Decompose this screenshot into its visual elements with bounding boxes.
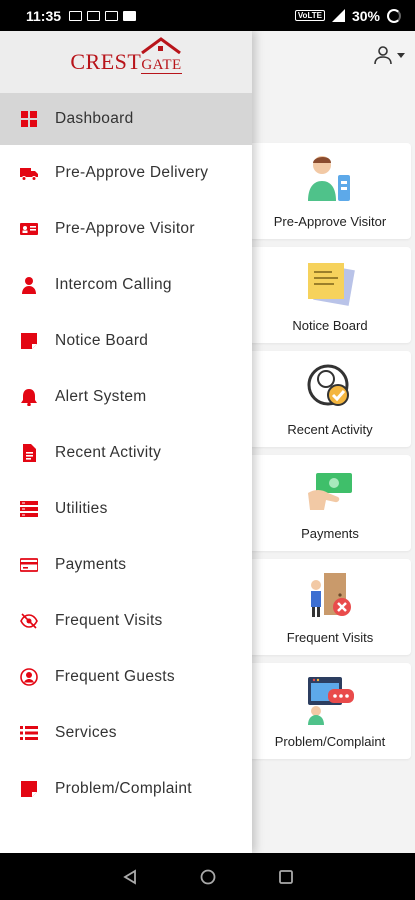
note-icon	[20, 780, 38, 798]
menu-item-label: Intercom Calling	[55, 276, 172, 293]
person-icon	[20, 276, 38, 294]
menu-item-pre-approve-visitor[interactable]: Pre-Approve Visitor	[0, 201, 252, 257]
menu-item-label: Payments	[55, 556, 127, 573]
bell-icon	[20, 388, 38, 406]
drawer-header: CRESTGATE	[0, 31, 252, 93]
signal-icon	[331, 9, 345, 22]
card-label: Pre-Approve Visitor	[273, 214, 387, 229]
battery-icon	[387, 8, 401, 23]
menu-item-frequent-guests[interactable]: Frequent Guests	[0, 649, 252, 705]
card-payments[interactable]: Payments	[249, 455, 411, 551]
notification-icons	[69, 10, 137, 21]
volte-icon: VoLTE	[294, 10, 325, 21]
document-icon	[20, 444, 38, 462]
card-notice-board[interactable]: Notice Board	[249, 247, 411, 343]
dashboard-cards: Pre-Approve Visitor Notice Board Recent …	[249, 143, 411, 767]
menu-item-pre-approve-delivery[interactable]: Pre-Approve Delivery	[0, 145, 252, 201]
card-frequent-visits[interactable]: Frequent Visits	[249, 559, 411, 655]
frequent-visits-illustration-icon	[311, 573, 351, 617]
notification-icon	[105, 10, 119, 21]
logo-main-text: CREST	[70, 49, 142, 74]
id-card-icon	[20, 220, 38, 238]
menu-item-label: Frequent Guests	[55, 668, 175, 685]
menu-item-recent-activity[interactable]: Recent Activity	[0, 425, 252, 481]
card-label: Frequent Visits	[286, 630, 374, 645]
server-icon	[20, 500, 38, 518]
card-label: Payments	[301, 526, 359, 541]
menu-item-label: Pre-Approve Visitor	[55, 220, 195, 237]
card-problem-complaint[interactable]: Problem/Complaint	[249, 663, 411, 759]
back-icon[interactable]	[122, 868, 138, 885]
eye-slash-icon	[20, 612, 38, 630]
menu-item-notice-board[interactable]: Notice Board	[0, 313, 252, 369]
status-bar: 11:35 VoLTE 30%	[0, 0, 415, 31]
crestgate-logo: CRESTGATE	[70, 37, 182, 74]
logo-sub-text: GATE	[141, 57, 182, 74]
menu-item-label: Dashboard	[55, 110, 134, 127]
card-label: Recent Activity	[287, 422, 373, 437]
battery-percent: 30%	[351, 7, 380, 24]
credit-card-icon	[20, 556, 38, 574]
menu-item-label: Problem/Complaint	[55, 780, 192, 797]
menu-item-label: Notice Board	[55, 332, 149, 349]
card-recent-activity[interactable]: Recent Activity	[249, 351, 411, 447]
user-icon	[374, 46, 392, 65]
menu-item-label: Recent Activity	[55, 444, 162, 461]
complaint-illustration-icon	[308, 677, 354, 725]
card-pre-approve-visitor[interactable]: Pre-Approve Visitor	[249, 143, 411, 239]
chevron-down-icon	[397, 52, 405, 58]
visitor-illustration-icon	[308, 156, 350, 201]
menu-item-utilities[interactable]: Utilities	[0, 481, 252, 537]
menu-item-label: Pre-Approve Delivery	[55, 164, 209, 181]
list-icon	[20, 724, 38, 742]
home-icon[interactable]	[200, 869, 216, 885]
recents-icon[interactable]	[278, 869, 294, 885]
notice-note-illustration-icon	[308, 263, 355, 306]
user-menu-button[interactable]	[373, 45, 405, 65]
menu-item-frequent-visits[interactable]: Frequent Visits	[0, 593, 252, 649]
menu-item-label: Alert System	[55, 388, 147, 405]
payments-illustration-icon	[308, 473, 352, 510]
image-notification-icon	[123, 10, 137, 21]
note-icon	[20, 332, 38, 350]
system-nav-bar	[0, 853, 415, 900]
house-roof-icon	[140, 37, 181, 54]
status-time: 11:35	[26, 7, 62, 24]
notification-icon	[87, 10, 101, 21]
dashboard-icon	[20, 110, 38, 128]
card-label: Problem/Complaint	[274, 734, 386, 749]
menu-item-intercom-calling[interactable]: Intercom Calling	[0, 257, 252, 313]
truck-icon	[20, 164, 38, 182]
menu-item-label: Utilities	[55, 500, 108, 517]
recent-activity-illustration-icon	[307, 364, 349, 406]
menu-item-alert-system[interactable]: Alert System	[0, 369, 252, 425]
card-label: Notice Board	[292, 318, 368, 333]
menu-item-label: Frequent Visits	[55, 612, 163, 629]
notification-icon	[69, 10, 83, 21]
menu-item-dashboard[interactable]: Dashboard	[0, 93, 252, 145]
menu-item-services[interactable]: Services	[0, 705, 252, 761]
user-circle-icon	[20, 668, 38, 686]
menu-item-payments[interactable]: Payments	[0, 537, 252, 593]
navigation-drawer: CRESTGATE Dashboard Pre-Approve Delivery…	[0, 31, 252, 853]
menu-item-problem-complaint[interactable]: Problem/Complaint	[0, 761, 252, 817]
menu-item-label: Services	[55, 724, 117, 741]
drawer-menu: Dashboard Pre-Approve Delivery Pre-Appro…	[0, 93, 252, 817]
